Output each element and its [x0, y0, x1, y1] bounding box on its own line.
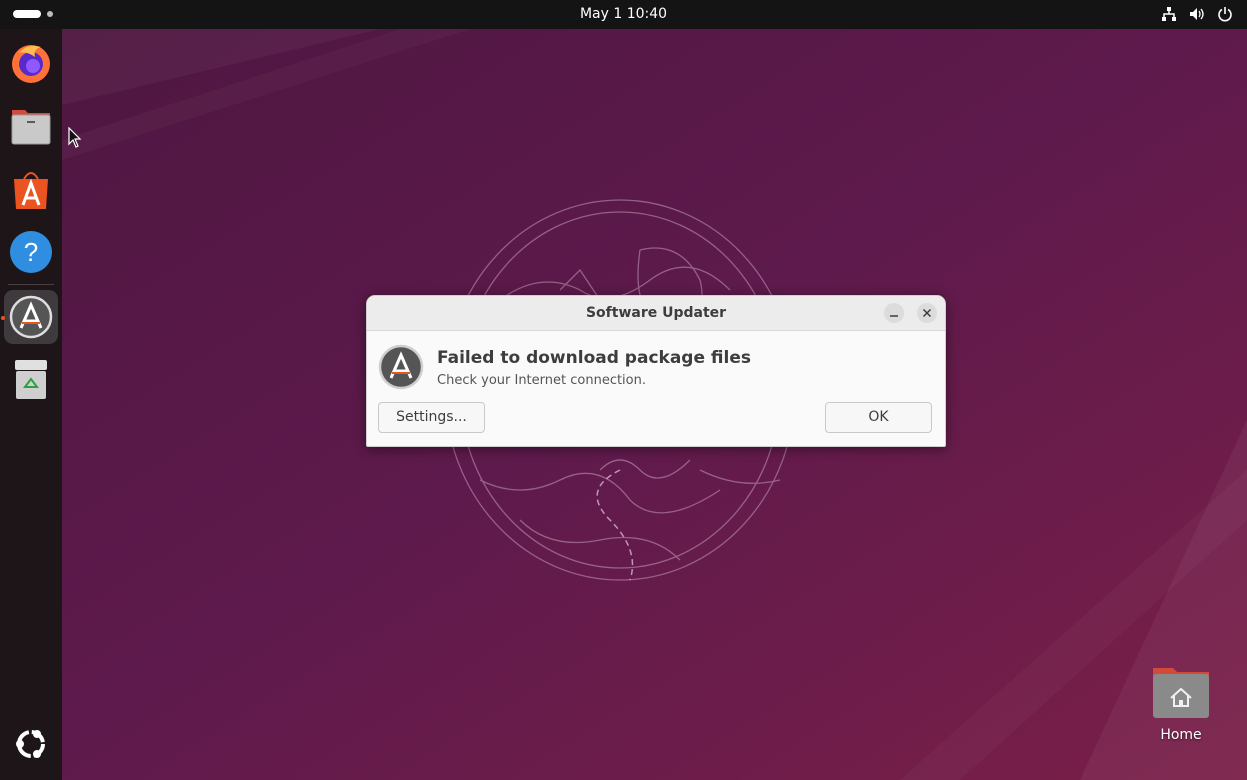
software-updater-icon	[9, 295, 53, 339]
home-folder-icon	[1153, 668, 1209, 718]
dialog-heading: Failed to download package files	[437, 348, 751, 368]
desktop-screen: May 1 10:40 ? Software Updater Failed to…	[0, 0, 1247, 780]
power-icon[interactable]	[1217, 6, 1233, 22]
close-icon	[922, 308, 932, 318]
workspace-indicator	[47, 11, 53, 17]
activities-indicator[interactable]	[13, 10, 53, 18]
top-bar: May 1 10:40	[0, 0, 1247, 29]
minimize-icon	[890, 315, 898, 317]
trash-icon	[15, 360, 47, 399]
files-icon	[11, 110, 51, 145]
ok-button[interactable]: OK	[825, 402, 932, 433]
home-label: Home	[1160, 727, 1202, 743]
software-updater-dialog: Software Updater Failed to download pack…	[366, 295, 946, 447]
dialog-message: Check your Internet connection.	[437, 373, 646, 388]
dialog-title: Software Updater	[585, 305, 727, 321]
dock-item-trash[interactable]	[4, 352, 58, 406]
minimize-button[interactable]	[884, 303, 904, 323]
help-icon: ?	[10, 231, 52, 273]
dock-item-firefox[interactable]	[4, 36, 58, 90]
clock[interactable]: May 1 10:40	[580, 6, 667, 22]
desktop-home-folder[interactable]: Home	[1145, 660, 1217, 750]
settings-button[interactable]: Settings...	[378, 402, 485, 433]
dock-item-help[interactable]: ?	[4, 225, 58, 279]
volume-icon[interactable]	[1189, 6, 1205, 22]
mouse-pointer-icon	[68, 127, 82, 148]
workspace-active-indicator	[13, 10, 41, 18]
close-button[interactable]	[917, 303, 937, 323]
system-tray[interactable]	[1161, 6, 1233, 22]
dock-separator	[8, 284, 54, 285]
dock-item-software-updater[interactable]	[4, 290, 58, 344]
ubuntu-logo-icon	[16, 730, 45, 758]
svg-text:?: ?	[24, 237, 38, 267]
running-indicator	[1, 316, 5, 320]
app-center-icon	[14, 172, 48, 209]
software-updater-icon	[378, 344, 424, 390]
dock-item-app-center[interactable]	[4, 162, 58, 216]
dock-item-files[interactable]	[4, 99, 58, 153]
network-icon[interactable]	[1161, 6, 1177, 22]
firefox-icon	[12, 45, 50, 83]
show-apps-button[interactable]	[4, 717, 58, 771]
dock: ?	[0, 29, 62, 780]
